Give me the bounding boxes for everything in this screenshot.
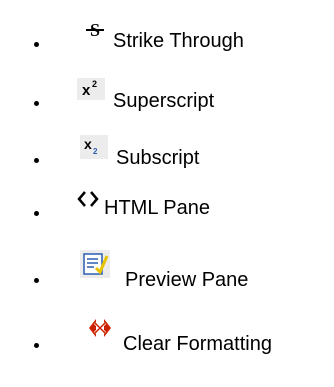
svg-text:2: 2 [93, 147, 98, 156]
list-item-subscript: x 2 Subscript [0, 133, 334, 173]
html-pane-icon [77, 191, 99, 207]
clear-formatting-icon [89, 319, 111, 337]
strike-through-icon: S [84, 19, 106, 41]
svg-text:x: x [82, 82, 91, 99]
preview-pane-label: Preview Pane [125, 269, 249, 291]
list-item-preview-pane: Preview Pane [0, 248, 334, 291]
preview-pane-icon [80, 250, 110, 278]
svg-text:2: 2 [92, 79, 97, 89]
bullet-icon [34, 42, 39, 47]
svg-text:x: x [84, 136, 92, 152]
list-item-superscript: x 2 Superscript [0, 72, 334, 112]
list-item-clear-formatting: Clear Formatting [0, 316, 334, 356]
strike-through-label: Strike Through [113, 30, 244, 52]
superscript-icon: x 2 [77, 78, 105, 100]
list-item-html-pane: HTML Pane [0, 189, 334, 229]
superscript-label: Superscript [113, 90, 215, 112]
subscript-icon: x 2 [80, 135, 108, 159]
clear-formatting-label: Clear Formatting [123, 333, 272, 355]
bullet-icon [34, 343, 39, 348]
subscript-label: Subscript [116, 147, 200, 169]
html-pane-label: HTML Pane [104, 197, 210, 219]
bullet-icon [34, 158, 39, 163]
bullet-icon [34, 211, 39, 216]
bullet-icon [34, 101, 39, 106]
list-item-strike-through: S Strike Through [0, 17, 334, 57]
bullet-icon [34, 278, 39, 283]
